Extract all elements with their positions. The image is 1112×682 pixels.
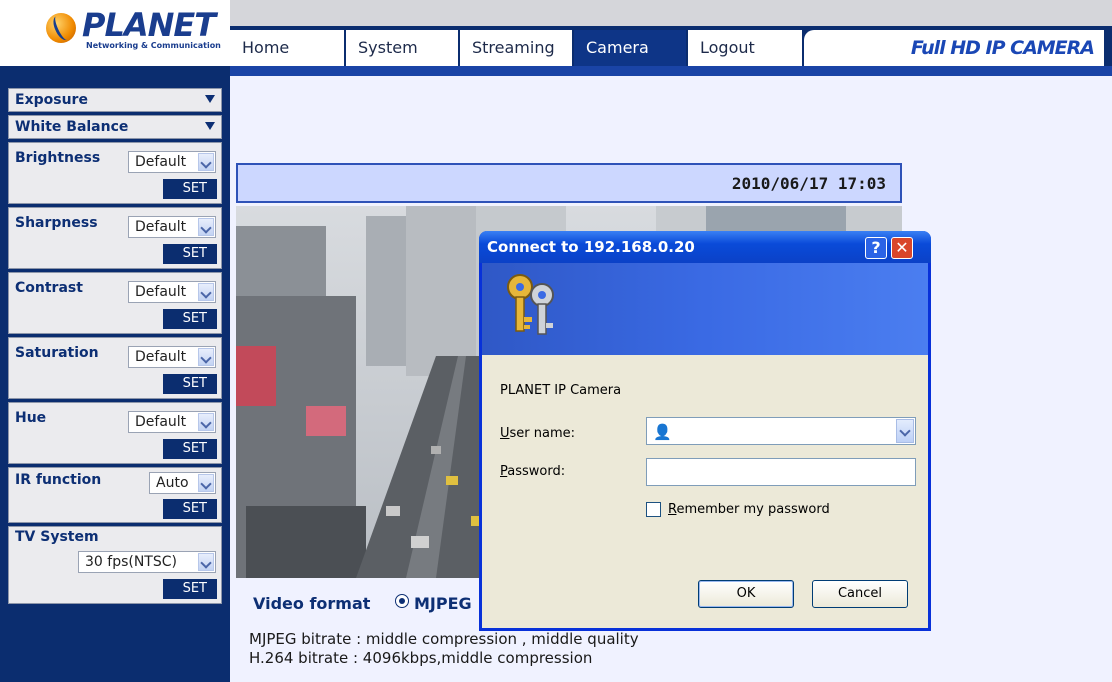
saturation-select[interactable]: Default: [128, 346, 216, 368]
brightness-value: Default: [135, 154, 187, 170]
globe-icon: [46, 13, 76, 43]
username-label: User name:: [500, 426, 576, 441]
logo-text: PLANET: [82, 6, 216, 44]
h264-bitrate-text: H.264 bitrate : 4096kbps,middle compress…: [249, 649, 593, 667]
brightness-set-button[interactable]: SET: [163, 179, 217, 199]
hue-value: Default: [135, 414, 187, 430]
chevron-down-icon: [205, 95, 215, 103]
sharpness-set-button[interactable]: SET: [163, 244, 217, 264]
user-icon: 👤: [653, 423, 672, 441]
white-balance-label: White Balance: [15, 119, 129, 135]
logo-tagline: Networking & Communication: [86, 41, 221, 50]
tab-home[interactable]: Home: [230, 30, 344, 66]
hue-label: Hue: [15, 410, 47, 426]
mjpeg-radio[interactable]: [395, 594, 409, 608]
sharpness-label: Sharpness: [15, 215, 98, 231]
sharpness-section: Sharpness Default SET: [8, 207, 222, 269]
help-button[interactable]: ?: [865, 237, 887, 259]
chevron-down-icon: [198, 218, 214, 236]
planet-logo[interactable]: PLANET Networking & Communication: [0, 0, 230, 74]
saturation-label: Saturation: [15, 345, 99, 361]
site-name: PLANET IP Camera: [500, 383, 622, 398]
password-field[interactable]: [646, 458, 916, 486]
product-title: Full HD IP CAMERA: [910, 37, 1095, 59]
tv-system-value: 30 fps(NTSC): [85, 554, 177, 570]
tv-system-label: TV System: [15, 529, 99, 545]
contrast-set-button[interactable]: SET: [163, 309, 217, 329]
tv-system-select[interactable]: 30 fps(NTSC): [78, 551, 216, 573]
hue-section: Hue Default SET: [8, 402, 222, 464]
mjpeg-bitrate-text: MJPEG bitrate : middle compression , mid…: [249, 630, 639, 648]
brightness-select[interactable]: Default: [128, 151, 216, 173]
dialog-title: Connect to 192.168.0.20: [487, 238, 695, 256]
ok-button[interactable]: OK: [698, 580, 794, 608]
chevron-down-icon: [205, 122, 215, 130]
ir-function-label: IR function: [15, 472, 102, 488]
header-rule: [230, 66, 1112, 76]
remember-password-label[interactable]: Remember my password: [668, 502, 830, 517]
remember-password-checkbox[interactable]: [646, 502, 661, 517]
camera-settings-panel: Exposure White Balance Brightness Defaul…: [0, 74, 230, 682]
video-format-label: Video format: [253, 594, 371, 613]
chevron-down-icon[interactable]: [896, 419, 914, 443]
ir-function-select[interactable]: Auto: [149, 472, 216, 494]
close-button[interactable]: ✕: [891, 237, 913, 259]
sharpness-select[interactable]: Default: [128, 216, 216, 238]
hue-set-button[interactable]: SET: [163, 439, 217, 459]
dialog-titlebar[interactable]: Connect to 192.168.0.20 ? ✕: [479, 231, 931, 263]
cancel-button[interactable]: Cancel: [812, 580, 908, 608]
tv-system-set-button[interactable]: SET: [163, 579, 217, 599]
main-nav: Home System Streaming Camera Logout Full…: [230, 26, 1112, 66]
sharpness-value: Default: [135, 219, 187, 235]
brightness-section: Brightness Default SET: [8, 142, 222, 204]
tv-system-section: TV System 30 fps(NTSC) SET: [8, 526, 222, 604]
saturation-set-button[interactable]: SET: [163, 374, 217, 394]
hue-select[interactable]: Default: [128, 411, 216, 433]
chevron-down-icon: [198, 283, 214, 301]
exposure-label: Exposure: [15, 92, 88, 108]
tab-system[interactable]: System: [346, 30, 458, 66]
keys-icon: [507, 274, 554, 335]
saturation-value: Default: [135, 349, 187, 365]
product-banner: Full HD IP CAMERA: [804, 30, 1104, 66]
contrast-select[interactable]: Default: [128, 281, 216, 303]
video-header-bar: 2010/06/17 17:03: [236, 163, 902, 203]
dialog-banner: [482, 263, 928, 355]
mjpeg-option-label[interactable]: MJPEG: [414, 594, 472, 613]
white-balance-section[interactable]: White Balance: [8, 115, 222, 139]
exposure-section[interactable]: Exposure: [8, 88, 222, 112]
chevron-down-icon: [198, 348, 214, 366]
chevron-down-icon: [198, 553, 214, 571]
header-top-strip: [230, 0, 1112, 26]
timestamp: 2010/06/17 17:03: [731, 174, 886, 193]
chevron-down-icon: [198, 413, 214, 431]
contrast-label: Contrast: [15, 280, 83, 296]
brightness-label: Brightness: [15, 150, 101, 166]
tab-logout[interactable]: Logout: [688, 30, 802, 66]
saturation-section: Saturation Default SET: [8, 337, 222, 399]
password-label: Password:: [500, 464, 566, 479]
username-combobox[interactable]: 👤: [646, 417, 916, 445]
ir-function-section: IR function Auto SET: [8, 467, 222, 523]
contrast-value: Default: [135, 284, 187, 300]
ir-function-value: Auto: [156, 475, 189, 491]
login-dialog: Connect to 192.168.0.20 ? ✕ PLANET IP Ca…: [479, 231, 931, 631]
chevron-down-icon: [198, 153, 214, 171]
chevron-down-icon: [198, 474, 214, 492]
tab-streaming[interactable]: Streaming: [460, 30, 572, 66]
contrast-section: Contrast Default SET: [8, 272, 222, 334]
ir-function-set-button[interactable]: SET: [163, 499, 217, 519]
tab-camera[interactable]: Camera: [574, 30, 686, 66]
